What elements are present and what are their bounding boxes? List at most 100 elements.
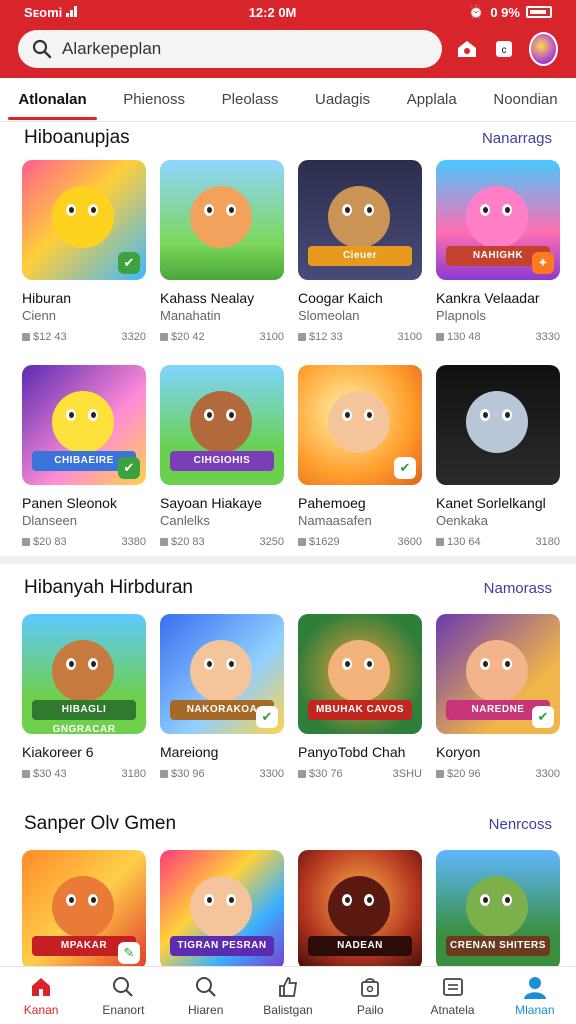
app-price: $20 83 [33, 536, 67, 548]
app-name: Kiakoreer 6 [22, 744, 94, 760]
tab-1[interactable]: Phienoss [119, 81, 189, 118]
nav-home[interactable]: Kanan [5, 974, 77, 1017]
app-thumbnail[interactable] [160, 160, 284, 280]
status-bar: Sᴇomi 12:2 0M ⏰ 0 9% [0, 0, 576, 24]
app-card[interactable]: Kanet Sorlelkangl Oenkaka 130 64 3180 [436, 365, 560, 548]
nav-label: Pailo [356, 1003, 384, 1017]
home-shop-icon[interactable] [454, 34, 479, 64]
app-card[interactable]: NAKORAKOA ✔ Mareiong $30 96 3300 [160, 614, 284, 780]
eye [364, 409, 374, 421]
app-thumbnail[interactable] [436, 365, 560, 485]
eye [204, 658, 214, 670]
bag-icon [357, 974, 383, 1000]
app-row-2: CHIBAEIRE ✔ Panen Sleonok Dlanseen $20 83 338… [0, 365, 576, 548]
avatar[interactable] [528, 32, 558, 66]
see-more-link[interactable]: Namorass [484, 580, 552, 597]
section-title: Hiboanupjas [24, 127, 130, 148]
app-name: Kanet Sorlelkangl [436, 495, 546, 511]
lock-icon [298, 770, 306, 778]
app-meta: $20 42 3100 [160, 331, 284, 343]
app-thumbnail[interactable]: Cieuer [298, 160, 422, 280]
eye [204, 894, 214, 906]
nav-likes[interactable]: Balistgan [252, 974, 324, 1017]
eye [88, 658, 98, 670]
app-card[interactable]: HIBAGLI GNGRACAR Kiakoreer 6 $30 43 3180 [22, 614, 146, 780]
tab-3[interactable]: Uadagis [311, 81, 374, 118]
app-name: Kankra Velaadar [436, 290, 540, 306]
check-badge-icon: ✔ [532, 706, 554, 728]
app-card[interactable]: CHIBAEIRE ✔ Panen Sleonok Dlanseen $20 83 338… [22, 365, 146, 548]
nav-explore[interactable]: Enanort [87, 974, 159, 1017]
tab-4[interactable]: Applala [403, 81, 461, 118]
app-name: Mareiong [160, 744, 219, 760]
search-input[interactable] [62, 39, 422, 59]
app-thumbnail[interactable]: ✔ [298, 365, 422, 485]
eye [502, 658, 512, 670]
eye [502, 409, 512, 421]
app-thumbnail[interactable]: ✔ [22, 160, 146, 280]
app-thumbnail[interactable]: TIGRAN PESRAN [160, 850, 284, 970]
nav-list[interactable]: Atnatela [417, 974, 489, 1017]
fire-badge-icon: ✦ [532, 252, 554, 274]
app-card[interactable]: Cieuer Coogar Kaich Slomeolan $12 33 3100 [298, 160, 422, 343]
app-card[interactable]: MBUHAK CAVOS PanyoTobd Chah $30 76 3SHU [298, 614, 422, 780]
app-name: Sayoan Hiakaye [160, 495, 262, 511]
app-count: 3300 [535, 768, 560, 780]
app-thumbnail[interactable]: CRENAN SHITERS [436, 850, 560, 970]
see-more-link[interactable]: Nanarrags [482, 130, 552, 147]
app-developer: Canlelks [160, 513, 210, 528]
app-thumbnail[interactable]: NAHIGHK ✦ [436, 160, 560, 280]
app-row-1: MPAKAR ✎ TIGRAN PESRAN NADEAN CRENAN SHITERS [0, 850, 576, 970]
search-icon [110, 974, 136, 1000]
nav-profile[interactable]: Mlanan [499, 974, 571, 1017]
search-row: c [18, 30, 558, 68]
app-card[interactable]: NAREDNE ✔ Koryon $20 96 3300 [436, 614, 560, 780]
lock-icon [436, 538, 444, 546]
nav-bag[interactable]: Pailo [334, 974, 406, 1017]
price-wrap: $20 83 [22, 536, 67, 548]
app-price: $20 42 [171, 331, 205, 343]
battery-percent: 0 9% [490, 4, 520, 20]
tab-0[interactable]: Atlonalan [8, 81, 98, 120]
app-thumbnail[interactable]: CIHGIOHIS [160, 365, 284, 485]
app-meta: $20 96 3300 [436, 768, 560, 780]
app-name: Coogar Kaich [298, 290, 383, 306]
app-card[interactable]: CIHGIOHIS Sayoan Hiakaye Canlelks $20 83 325… [160, 365, 284, 548]
app-card[interactable]: ✔ Pahemoeg Namaasafen $1629 3600 [298, 365, 422, 548]
cart-icon[interactable]: c [491, 34, 516, 64]
app-thumbnail[interactable]: NAREDNE ✔ [436, 614, 560, 734]
app-card[interactable]: NADEAN [298, 850, 422, 970]
signal-icon [65, 5, 77, 17]
character-art [190, 186, 252, 248]
app-thumbnail[interactable]: MPAKAR ✎ [22, 850, 146, 970]
app-card[interactable]: TIGRAN PESRAN [160, 850, 284, 970]
app-thumbnail[interactable]: CHIBAEIRE ✔ [22, 365, 146, 485]
app-thumbnail[interactable]: NADEAN [298, 850, 422, 970]
search-bar[interactable] [18, 30, 442, 68]
tab-2[interactable]: Pleolass [218, 81, 283, 118]
see-more-link[interactable]: Nenrcoss [489, 816, 552, 833]
eye [226, 409, 236, 421]
app-thumbnail[interactable]: MBUHAK CAVOS [298, 614, 422, 734]
app-thumbnail[interactable]: NAKORAKOA ✔ [160, 614, 284, 734]
eye [204, 204, 214, 216]
app-card[interactable]: MPAKAR ✎ [22, 850, 146, 970]
lock-icon [298, 538, 306, 546]
section-title: Hibanyah Hirbduran [24, 577, 193, 598]
character-art [190, 876, 252, 938]
app-card[interactable]: CRENAN SHITERS [436, 850, 560, 970]
app-card[interactable]: NAHIGHK ✦ Kankra Velaadar Plapnols 130 48 333… [436, 160, 560, 343]
app-count: 3330 [535, 331, 560, 343]
section-games: Sanper Olv Gmen Nenrcoss MPAKAR ✎ TIGRAN P… [0, 810, 576, 970]
app-row-1: ✔ Hiburan Cienn $12 43 3320 Kahass Nealay Mana… [0, 160, 576, 343]
app-developer: Slomeolan [298, 308, 360, 323]
nav-search[interactable]: Hiaren [170, 974, 242, 1017]
app-developer: Oenkaka [436, 513, 489, 528]
app-card[interactable]: Kahass Nealay Manahatin $20 42 3100 [160, 160, 284, 343]
app-card[interactable]: ✔ Hiburan Cienn $12 43 3320 [22, 160, 146, 343]
app-price: $30 76 [309, 768, 343, 780]
list-icon [440, 974, 466, 1000]
tab-5[interactable]: Noondian [489, 81, 561, 118]
app-count: 3320 [121, 331, 146, 343]
app-thumbnail[interactable]: HIBAGLI GNGRACAR [22, 614, 146, 734]
